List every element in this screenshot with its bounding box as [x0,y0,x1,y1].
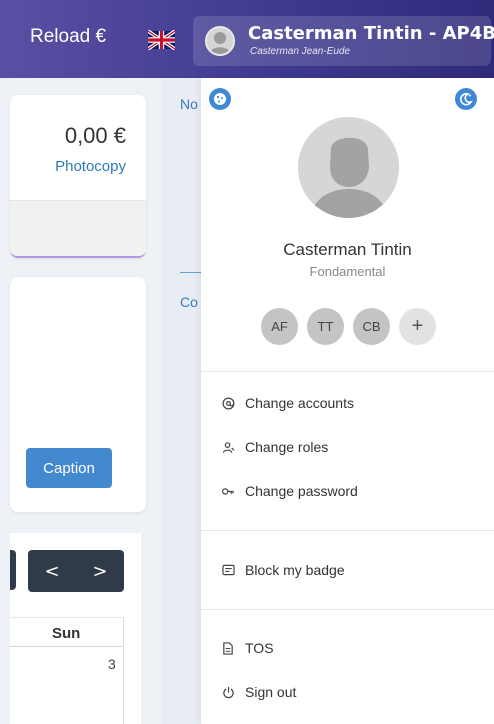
balance-card: 0,00 € Photocopy [10,95,146,258]
account-af[interactable]: AF [261,308,298,345]
change-password-item[interactable]: Change password [221,480,358,502]
moon-icon[interactable] [455,88,477,110]
divider [180,272,202,273]
user-dropdown: Casterman Tintin Fondamental AF TT CB + … [201,78,494,724]
user-name: Casterman Tintin - AP4B [248,23,494,44]
document-icon [221,641,235,655]
menu-label: Block my badge [245,562,345,578]
user-role-icon [221,440,235,454]
card-footer [10,200,146,256]
prev-button[interactable]: < [44,561,59,582]
calendar-view-button[interactable] [10,550,16,590]
divider [123,617,124,724]
calendar-day-header: Sun [52,625,81,642]
reload-button[interactable]: Reload € [30,26,106,48]
change-roles-item[interactable]: Change roles [221,436,328,458]
balance-amount: 0,00 € [64,123,126,148]
avatar [205,26,235,56]
background-panel [162,78,202,724]
account-cb[interactable]: CB [353,308,390,345]
change-accounts-item[interactable]: Change accounts [221,392,354,414]
balance-type: Photocopy [55,158,126,175]
menu-label: Change accounts [245,395,354,411]
partial-heading: No [180,96,198,112]
caption-button[interactable]: Caption [26,448,112,488]
profile-role: Fondamental [309,264,386,279]
at-sign-icon [221,396,235,410]
divider [201,609,494,610]
power-icon [221,685,235,699]
user-menu-toggle[interactable]: Casterman Tintin - AP4B Casterman Jean-E… [193,16,494,66]
profile-name: Casterman Tintin [283,240,412,259]
menu-label: TOS [245,640,274,656]
add-account-button[interactable]: + [399,308,436,345]
next-button[interactable]: > [92,561,107,582]
menu-label: Sign out [245,684,297,700]
key-icon [221,484,235,498]
badge-icon [221,563,235,577]
divider [201,371,494,372]
calendar-nav: < > [28,550,124,592]
account-switcher: AF TT CB + [261,308,436,345]
account-tt[interactable]: TT [307,308,344,345]
block-badge-item[interactable]: Block my badge [221,559,345,581]
cookie-icon[interactable] [209,88,231,110]
calendar-day-number[interactable]: 3 [108,656,116,672]
divider [201,530,494,531]
menu-label: Change roles [245,439,329,455]
sign-out-item[interactable]: Sign out [221,681,296,703]
partial-heading: Co [180,294,198,310]
menu-label: Change password [245,483,358,499]
tos-item[interactable]: TOS [221,637,274,659]
top-header: Reload € Casterman Tintin - AP4B Casterm… [0,0,494,78]
uk-flag-icon[interactable] [147,29,176,51]
profile-avatar [298,117,399,218]
user-subtitle: Casterman Jean-Eude [250,46,351,57]
